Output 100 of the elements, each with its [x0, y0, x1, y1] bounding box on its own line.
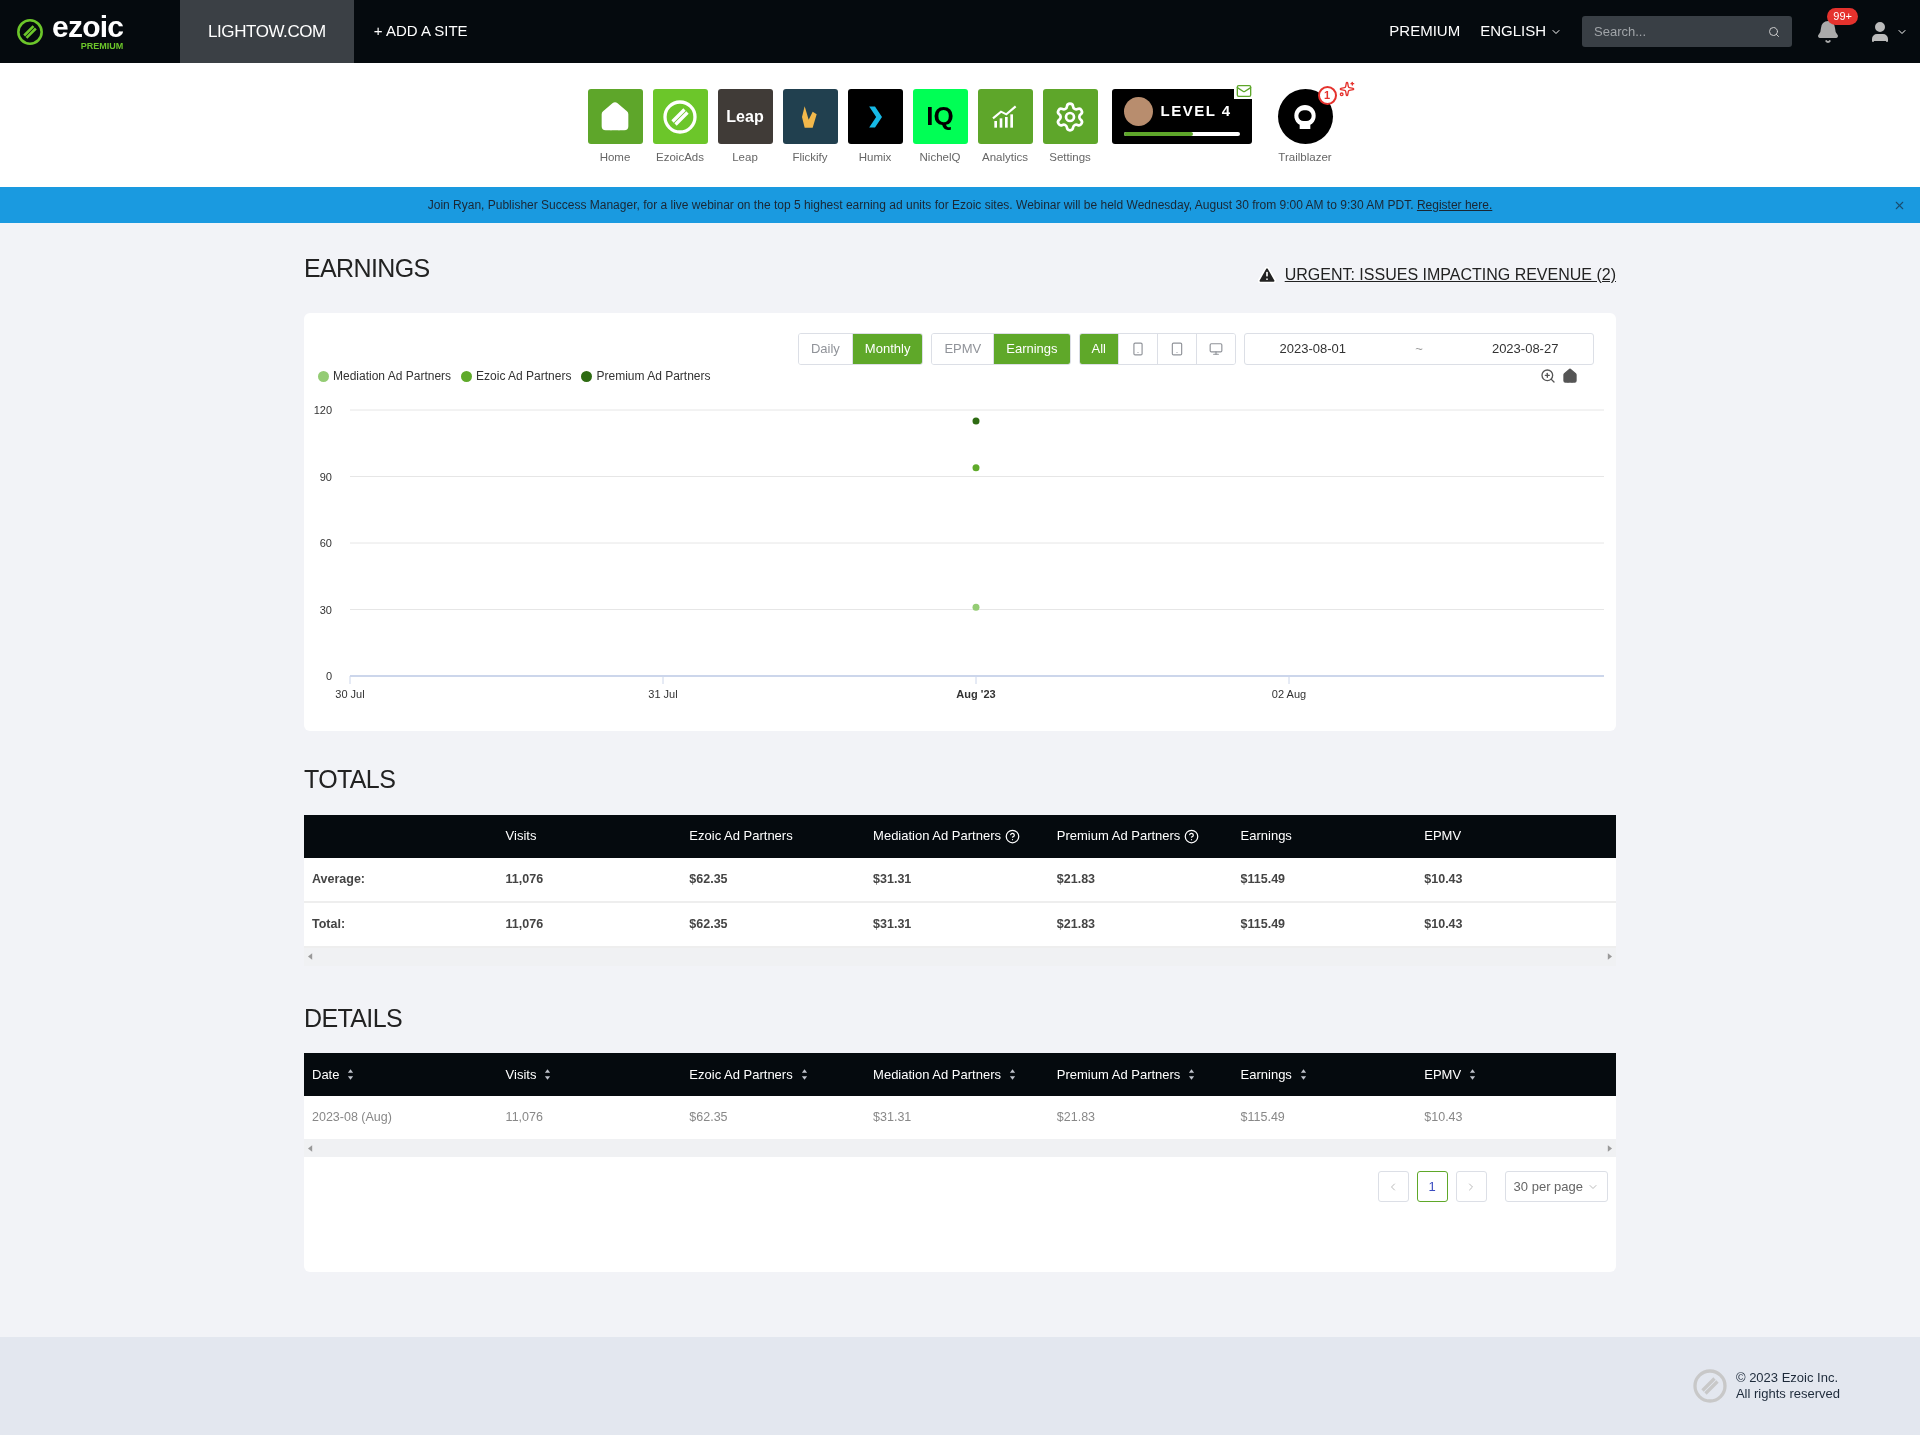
scroll-right-icon[interactable]: [1607, 953, 1612, 960]
scroll-left-icon[interactable]: [308, 953, 313, 960]
table-cell-text: $62.35: [689, 915, 729, 933]
column-header[interactable]: EPMV: [1424, 1064, 1462, 1085]
column-header: Mediation Ad Partners: [873, 827, 1001, 846]
column-header: Ezoic Ad Partners: [689, 827, 793, 846]
page-button[interactable]: 1: [1416, 1171, 1448, 1202]
section-title: DETAILS: [304, 1002, 403, 1034]
app-label: Analytics: [982, 150, 1028, 165]
app-label: Home: [599, 150, 631, 165]
legend-label[interactable]: Mediation Ad Partners: [333, 367, 452, 385]
table-cell-text: 11,076: [505, 870, 545, 888]
start-date: 2023-08-01: [1279, 340, 1347, 359]
column-header[interactable]: Ezoic Ad Partners: [689, 1064, 793, 1085]
scroll-right-icon[interactable]: [1607, 1144, 1612, 1152]
row-label: Average:: [312, 870, 367, 888]
y-tick-label: 90: [319, 470, 332, 483]
logo-icon: [16, 17, 44, 46]
home-icon: [599, 100, 631, 133]
sparkle-icon: [1338, 81, 1355, 97]
app-label: NichelQ: [919, 150, 961, 165]
data-point: [972, 603, 980, 611]
scroll-left-icon[interactable]: [308, 1144, 313, 1152]
app-tile[interactable]: Leap: [717, 89, 773, 144]
toggle-option[interactable]: [1196, 334, 1235, 364]
column-header[interactable]: Mediation Ad Partners: [873, 1064, 1001, 1085]
helmet-badge[interactable]: [1277, 89, 1333, 144]
search-field[interactable]: Search...: [1582, 16, 1792, 47]
app-label: Trailblazer: [1278, 150, 1332, 165]
tier-label: PREMIUM: [80, 42, 124, 51]
language-dropdown[interactable]: ENGLISH: [1480, 20, 1562, 43]
y-tick-label: 120: [313, 404, 332, 416]
logo-icon: [1691, 1368, 1728, 1404]
logo-text[interactable]: ezoic: [52, 12, 124, 42]
sort-icon: [544, 1068, 552, 1081]
home-icon[interactable]: [1562, 368, 1578, 384]
zoom-icon[interactable]: [1540, 368, 1556, 384]
legend-label[interactable]: Premium Ad Partners: [596, 367, 711, 385]
x-tick-label: Aug '23: [956, 688, 996, 700]
x-tick-label: 31 Jul: [648, 688, 678, 700]
app-tile[interactable]: [587, 89, 643, 144]
urgent-issues-link[interactable]: URGENT: ISSUES IMPACTING REVENUE (2): [1256, 263, 1616, 287]
column-header[interactable]: Premium Ad Partners: [1056, 1064, 1181, 1085]
table-cell-text: $115.49: [1240, 915, 1287, 933]
legend-label[interactable]: Ezoic Ad Partners: [476, 367, 572, 385]
row-label: Total:: [312, 915, 347, 933]
app-tile[interactable]: [847, 89, 903, 144]
search-icon: [1768, 25, 1780, 38]
sort-icon: [1009, 1068, 1016, 1081]
sort-icon: [1299, 1068, 1307, 1081]
sort-icon: [1469, 1068, 1477, 1081]
add-site-link[interactable]: + ADD A SITE: [353, 20, 488, 43]
search-input[interactable]: Search...: [1594, 21, 1768, 42]
date-range-field[interactable]: 2023-08-01 ~ 2023-08-27: [1244, 333, 1594, 365]
table-cell-text: $10.43: [1424, 870, 1464, 888]
sort-icon: [800, 1068, 808, 1081]
app-tile[interactable]: [782, 89, 838, 144]
banner-text: Join Ryan, Publisher Success Manager, for a live webinar on the top 5 highest earning ad units for Ezoic sites. Webinar will be held Wednesday, August 30 from 9:00 AM to 9:30 AM PDT. Register here.: [427, 197, 1493, 214]
tablet-icon: [1170, 342, 1184, 356]
help-icon[interactable]: [1184, 828, 1200, 844]
table-cell-text: $31.31: [873, 915, 913, 933]
site-tab[interactable]: LIGHTOW.COM: [180, 0, 354, 63]
app-tile[interactable]: IQ: [912, 89, 968, 144]
app-label: Settings: [1049, 150, 1091, 165]
section-title: TOTALS: [304, 764, 397, 795]
rights-text: All rights reserved: [1735, 1386, 1840, 1402]
data-point: [972, 417, 980, 425]
per-page-dropdown[interactable]: 30 per page: [1504, 1171, 1608, 1202]
avatar: [1123, 97, 1153, 126]
column-header[interactable]: Earnings: [1240, 1064, 1292, 1085]
sort-icon: [1188, 1068, 1196, 1081]
bell-icon[interactable]: [1816, 19, 1840, 44]
notification-badge: 99+: [1827, 7, 1858, 25]
premium-link[interactable]: PREMIUM: [1389, 20, 1461, 43]
section-title: EARNINGS: [304, 252, 430, 284]
table-cell-text: $31.31: [873, 1109, 913, 1127]
level-label: LEVEL 4: [1160, 101, 1232, 122]
table-cell-text: $115.49: [1240, 1109, 1286, 1127]
y-tick-label: 0: [325, 670, 332, 682]
help-icon[interactable]: [1005, 828, 1020, 844]
phone-icon: [1131, 342, 1145, 356]
table-cell-text: 2023-08 (Aug): [312, 1109, 393, 1127]
column-header[interactable]: Visits: [505, 1064, 537, 1085]
table-cell-text: $10.43: [1424, 915, 1464, 933]
app-tile[interactable]: [652, 89, 708, 144]
trailblazer-badge: 1: [1317, 86, 1337, 105]
app-tile[interactable]: [1042, 89, 1098, 144]
register-link[interactable]: Register here.: [1416, 198, 1493, 212]
app-tile[interactable]: [977, 89, 1033, 144]
app-label: Humix: [858, 150, 892, 165]
app-label: EzoicAds: [656, 150, 704, 165]
table-cell-text: $31.31: [873, 870, 913, 888]
table-cell-text: $21.83: [1056, 915, 1097, 933]
table-cell-text: $21.83: [1056, 1109, 1097, 1127]
mail-icon[interactable]: [1233, 83, 1254, 99]
logo-icon: [662, 98, 698, 135]
column-header[interactable]: Date: [312, 1064, 340, 1085]
sort-icon: [347, 1068, 355, 1081]
table-cell-text: $21.83: [1056, 870, 1097, 888]
column-header: Premium Ad Partners: [1056, 827, 1181, 846]
